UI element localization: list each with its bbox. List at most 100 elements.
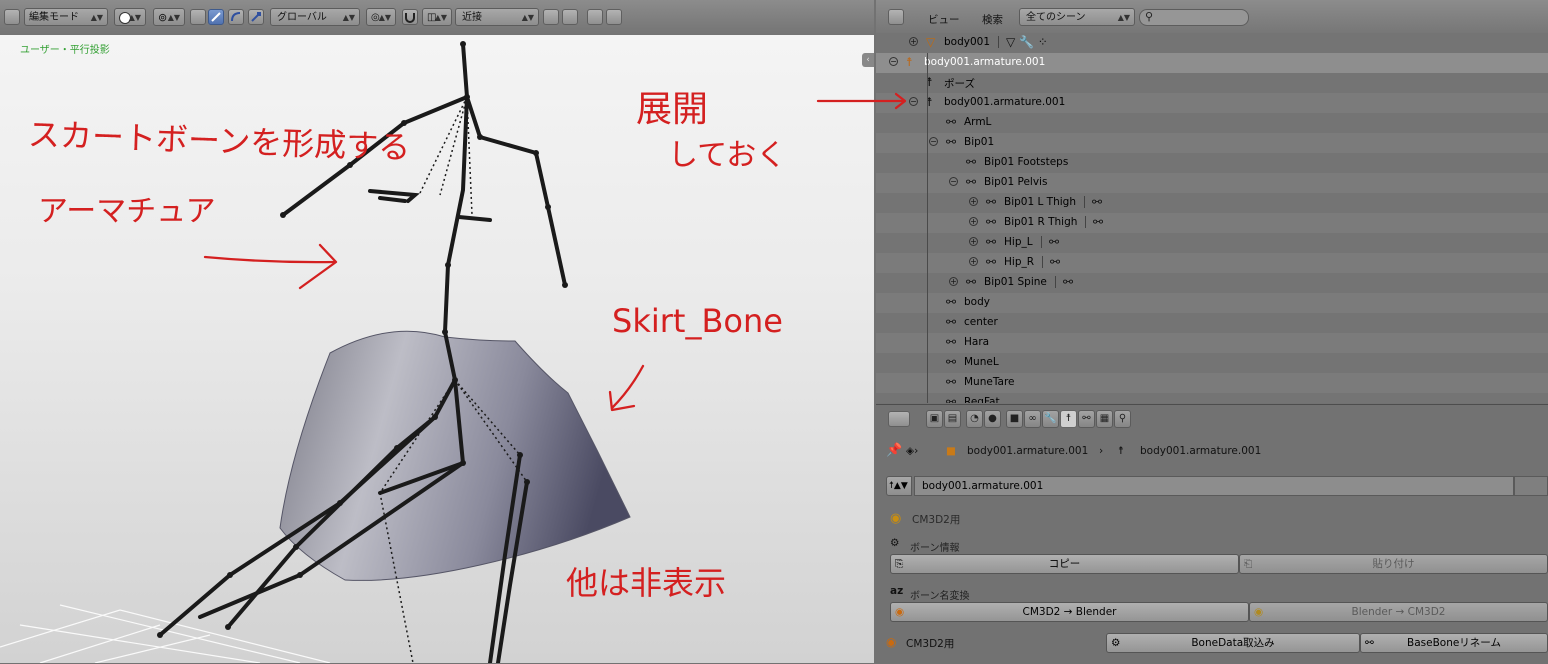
render-layers-tab-icon[interactable]: ▤ [944, 410, 961, 428]
blender-to-cm3d2-button[interactable]: ◉ Blender → CM3D2 [1249, 602, 1548, 622]
breadcrumb-data[interactable]: body001.armature.001 [1140, 445, 1261, 457]
outliner-row-label[interactable]: body001.armature.001 [924, 56, 1045, 68]
datablock-browse-button[interactable]: ☨▲▼ [886, 476, 912, 496]
outliner-row-label[interactable]: body001.armature.001 [944, 96, 1065, 108]
texture-tab-icon[interactable]: ▦ [1096, 410, 1113, 428]
expand-icon[interactable]: + [969, 217, 978, 226]
mesh-data-icons[interactable]: ▽ 🔧 ⁘ [1006, 35, 1048, 49]
render-animation-icon[interactable] [606, 9, 622, 25]
fake-user-button[interactable] [1514, 476, 1548, 496]
scale-manipulator-icon[interactable] [248, 9, 264, 25]
orientation-select[interactable]: グローバル ▲▼ [270, 8, 360, 26]
outliner-row[interactable]: − ☨ body001.armature.001 [876, 93, 1548, 113]
render-tab-icon[interactable]: ▣ [926, 410, 943, 428]
expand-icon[interactable]: + [969, 257, 978, 266]
mode-select[interactable]: 編集モード ▲▼ [24, 8, 108, 26]
paste-button[interactable]: ⎗ 貼り付け [1239, 554, 1548, 574]
editor-type-icon[interactable] [4, 9, 20, 25]
outliner-row[interactable]: + ⚯ Hip_L ⚯ [876, 233, 1548, 253]
manipulator-toggle-icon[interactable] [190, 9, 206, 25]
outliner-row-label[interactable]: body [964, 296, 990, 308]
outliner-row[interactable]: ⚯ body [876, 293, 1548, 313]
toolshelf-expand-tab[interactable]: ‹ [862, 53, 874, 67]
outliner-row-label[interactable]: Hara [964, 336, 989, 348]
proportional-edit-icon[interactable] [543, 9, 559, 25]
copy-button[interactable]: ⎘ コピー [890, 554, 1239, 574]
bone-constraints-tab-icon[interactable]: ⚲ [1114, 410, 1131, 428]
collapse-icon[interactable]: − [929, 137, 938, 146]
expand-icon[interactable]: + [949, 277, 958, 286]
collapse-icon[interactable]: − [889, 57, 898, 66]
bone-tab-icon[interactable]: ⚯ [1078, 410, 1095, 428]
outliner-row[interactable]: − ☨ body001.armature.001 [876, 53, 1548, 73]
outliner-row[interactable]: + ⚯ Bip01 L Thigh ⚯ [876, 193, 1548, 213]
outliner-row-label[interactable]: Bip01 Pelvis [984, 176, 1047, 188]
outliner-row[interactable]: ⚯ Bip01 Footsteps [876, 153, 1548, 173]
translate-manipulator-icon[interactable] [208, 9, 224, 25]
outliner-row[interactable]: + ⚯ Hip_R ⚯ [876, 253, 1548, 273]
modifiers-tab-icon[interactable]: 🔧 [1042, 410, 1059, 428]
outliner-row[interactable]: − ⚯ Bip01 Pelvis [876, 173, 1548, 193]
render-camera-icon[interactable] [587, 9, 603, 25]
snap-target-select[interactable]: 近接 ▲▼ [455, 8, 539, 26]
outliner-row-label[interactable]: ポーズ [944, 76, 975, 91]
outliner-row-label[interactable]: Bip01 Footsteps [984, 156, 1068, 168]
outliner-row-label[interactable]: body001 [944, 36, 990, 48]
breadcrumb-object[interactable]: body001.armature.001 [967, 445, 1088, 457]
child-bone-icon[interactable]: ⚯ [1050, 255, 1060, 269]
cm3d2-to-blender-button[interactable]: ◉ CM3D2 → Blender [890, 602, 1249, 622]
outliner-row[interactable]: − ⚯ Bip01 [876, 133, 1548, 153]
outliner-row[interactable]: ☨ ポーズ [876, 73, 1548, 93]
bonedata-import-button[interactable]: ⚙ BoneData取込み [1106, 633, 1360, 653]
layer-select[interactable]: ◎ ▲▼ [366, 8, 396, 26]
object-tab-icon[interactable]: ■ [1006, 410, 1023, 428]
panel-title[interactable]: CM3D2用 [912, 512, 960, 527]
outliner-row[interactable]: ⚯ center [876, 313, 1548, 333]
outliner-row[interactable]: + ⚯ Bip01 R Thigh ⚯ [876, 213, 1548, 233]
child-bone-icon[interactable]: ⚯ [1049, 235, 1059, 249]
outliner-row-label[interactable]: Bip01 R Thigh [1004, 216, 1077, 228]
outliner-row-label[interactable]: MuneL [964, 356, 999, 368]
basebone-rename-button[interactable]: ⚯ BaseBoneリネーム [1360, 633, 1548, 653]
child-bone-icon[interactable]: ⚯ [1063, 275, 1073, 289]
xray-icon[interactable] [562, 9, 578, 25]
collapse-icon[interactable]: − [949, 177, 958, 186]
child-bone-icon[interactable]: ⚯ [1092, 195, 1102, 209]
outliner-row-label[interactable]: MuneTare [964, 376, 1015, 388]
outliner-row[interactable]: ⚯ MuneL [876, 353, 1548, 373]
snap-element-select[interactable]: ◫ ▲▼ [422, 8, 452, 26]
pin-icon[interactable]: 📌 [886, 443, 902, 458]
world-tab-icon[interactable]: ● [984, 410, 1001, 428]
outliner-search-input[interactable]: ⚲ [1139, 9, 1249, 26]
skirt-mesh[interactable] [279, 330, 631, 581]
snap-magnet-icon[interactable] [402, 9, 418, 25]
expand-icon[interactable]: + [969, 237, 978, 246]
datablock-name-field[interactable]: body001.armature.001 [914, 476, 1514, 496]
outliner-row-label[interactable]: Bip01 L Thigh [1004, 196, 1076, 208]
outliner-row[interactable]: ⚯ ArmL [876, 113, 1548, 133]
outliner-editor-type-icon[interactable] [888, 9, 904, 25]
constraints-tab-icon[interactable]: ∞ [1024, 410, 1041, 428]
shading-select[interactable]: ▲▼ [114, 8, 146, 26]
outliner-row[interactable]: + ▽ body001 ▽ 🔧 ⁘ [876, 33, 1548, 53]
outliner-row-label[interactable]: Hip_L [1004, 236, 1033, 248]
menu-search[interactable]: 検索 [982, 12, 1003, 27]
outliner-row-label[interactable]: ArmL [964, 116, 991, 128]
outliner-row[interactable]: ⚯ MuneTare [876, 373, 1548, 393]
outliner-row[interactable]: ⚯ Hara [876, 333, 1548, 353]
child-bone-icon[interactable]: ⚯ [1093, 215, 1103, 229]
rotate-manipulator-icon[interactable] [228, 9, 244, 25]
scene-tab-icon[interactable]: ◔ [966, 410, 983, 428]
outliner-row[interactable]: ⚯ RegFat [876, 393, 1548, 403]
menu-view[interactable]: ビュー [928, 12, 960, 27]
pivot-select[interactable]: ⊚ ▲▼ [153, 8, 185, 26]
outliner-row-label[interactable]: Bip01 [964, 136, 994, 148]
properties-editor-type-icon[interactable] [888, 411, 910, 427]
outliner-row-label[interactable]: center [964, 316, 998, 328]
outliner-row-label[interactable]: Hip_R [1004, 256, 1034, 268]
outliner-editor[interactable]: ビュー 検索 全てのシーン ▲▼ ⚲ + ▽ body001 ▽ 🔧 ⁘ − ☨ body00… [876, 0, 1548, 403]
collapse-icon[interactable]: − [909, 97, 918, 106]
expand-icon[interactable]: + [909, 37, 918, 46]
outliner-row-label[interactable]: Bip01 Spine [984, 276, 1047, 288]
expand-icon[interactable]: + [969, 197, 978, 206]
